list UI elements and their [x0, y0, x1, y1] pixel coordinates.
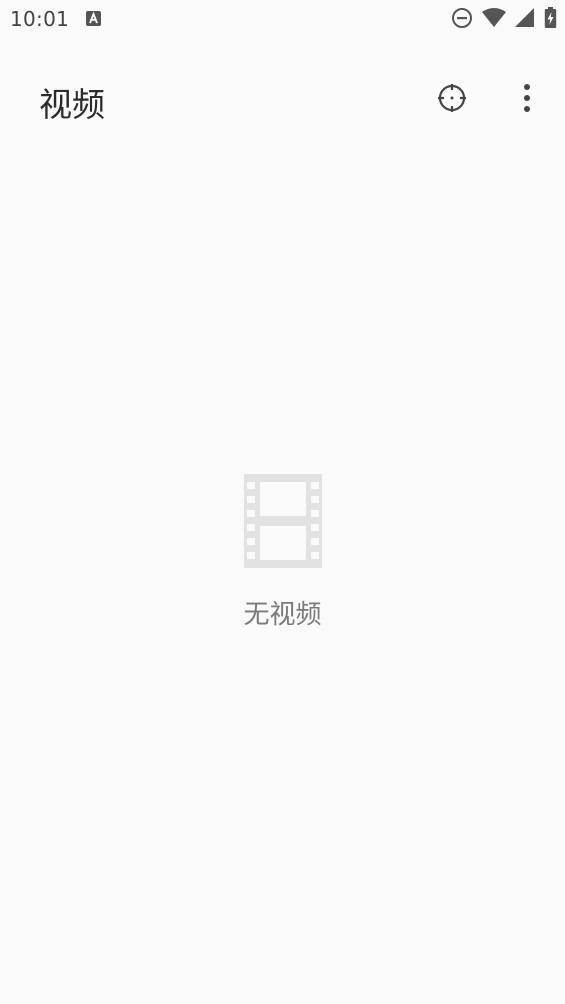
battery-charging-icon — [544, 7, 557, 29]
locate-button[interactable] — [434, 82, 470, 118]
more-vert-icon — [523, 83, 531, 117]
status-time: 10:01 — [10, 7, 70, 31]
video-screen: 10:01 视频 无视频 — [0, 0, 565, 1004]
a-badge-icon — [86, 11, 101, 26]
page-title: 视频 — [39, 85, 105, 124]
status-icons — [451, 7, 557, 29]
status-bar: 10:01 — [0, 0, 565, 38]
app-bar: 视频 — [0, 60, 565, 142]
cell-signal-icon — [515, 8, 535, 28]
locate-icon — [437, 83, 467, 117]
more-options-button[interactable] — [512, 82, 542, 118]
empty-message: 无视频 — [243, 600, 322, 630]
film-strip-icon — [243, 474, 322, 568]
do-not-disturb-icon — [451, 7, 473, 29]
empty-state: 无视频 — [0, 474, 565, 631]
wifi-icon — [482, 8, 506, 28]
